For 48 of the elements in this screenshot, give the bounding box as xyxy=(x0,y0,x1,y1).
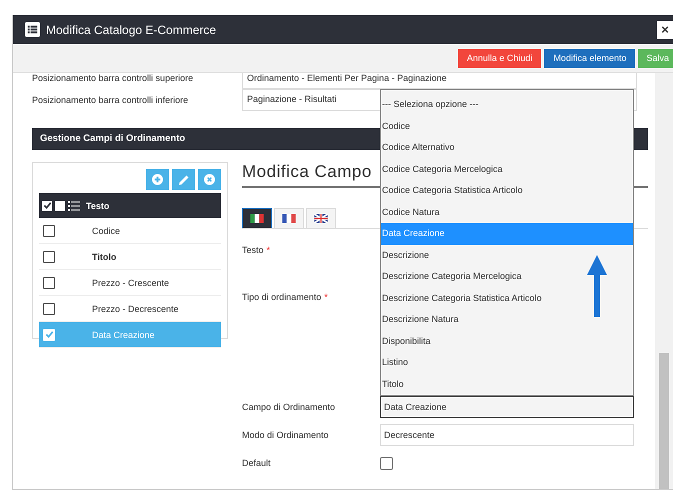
header-checkbox[interactable] xyxy=(55,200,65,210)
row-label: Prezzo - Decrescente xyxy=(92,304,179,314)
dropdown-option[interactable]: Disponibilita xyxy=(381,330,633,352)
row-checkbox[interactable] xyxy=(43,276,55,288)
dropdown-option[interactable]: Descrizione Natura xyxy=(381,309,633,330)
list-row[interactable]: Prezzo - Crescente xyxy=(39,270,221,296)
row-label: Data Creazione xyxy=(92,330,155,340)
list-icon xyxy=(25,22,40,37)
field-label: Posizionamento barra controlli inferiore xyxy=(32,95,190,105)
row-label: Codice xyxy=(92,226,120,236)
input-field[interactable]: Decrescente xyxy=(380,424,634,446)
row-checkbox[interactable] xyxy=(43,224,55,236)
pencil-icon xyxy=(178,174,190,186)
header-checkbox[interactable] xyxy=(42,200,52,210)
list-icon xyxy=(68,200,80,210)
field-label: Testo * xyxy=(242,245,270,255)
toolbar-button[interactable]: Annulla e Chiudi xyxy=(458,48,542,68)
row-checkbox[interactable] xyxy=(43,302,55,314)
dropdown-option[interactable]: --- Seleziona opzione --- xyxy=(381,94,633,116)
flag-icon xyxy=(250,214,264,223)
field-label: Tipo di ordinamento * xyxy=(242,292,328,302)
toolbar-button[interactable]: Modifica elemento xyxy=(544,48,636,68)
dropdown-option[interactable]: Descrizione Categoria Mercelogica xyxy=(381,266,633,288)
window-title: Modifica Catalogo E-Commerce xyxy=(46,22,218,36)
column-header: Testo xyxy=(86,200,110,210)
flag-icon xyxy=(314,214,328,223)
scrollbar[interactable] xyxy=(655,73,673,489)
list-row[interactable]: Codice xyxy=(39,218,221,244)
row-checkbox[interactable] xyxy=(43,250,55,262)
close-circle-icon xyxy=(204,174,215,185)
dropdown-option[interactable]: Descrizione Categoria Statistica Articolo xyxy=(381,288,633,309)
language-tab[interactable] xyxy=(242,208,272,228)
close-button[interactable]: × xyxy=(657,20,673,38)
select-field[interactable]: Data Creazione xyxy=(380,396,634,418)
default-checkbox[interactable] xyxy=(380,456,393,470)
flag-icon xyxy=(282,214,296,223)
dropdown-option[interactable]: Listino xyxy=(381,352,633,374)
row-label: Prezzo - Crescente xyxy=(92,278,170,288)
list-row[interactable]: Titolo xyxy=(39,244,221,270)
plus-circle-icon xyxy=(152,174,163,185)
field-label: Campo di Ordinamento xyxy=(242,402,336,412)
field-label: Modo di Ordinamento xyxy=(242,430,329,440)
dropdown-option[interactable]: Descrizione xyxy=(381,244,633,266)
field-label: Posizionamento barra controlli superiore xyxy=(32,73,194,83)
dropdown-option[interactable]: Codice Natura xyxy=(381,202,633,223)
row-label: Titolo xyxy=(92,252,116,262)
dropdown-option[interactable]: Titolo xyxy=(381,374,633,395)
field-label: Default xyxy=(242,458,271,468)
